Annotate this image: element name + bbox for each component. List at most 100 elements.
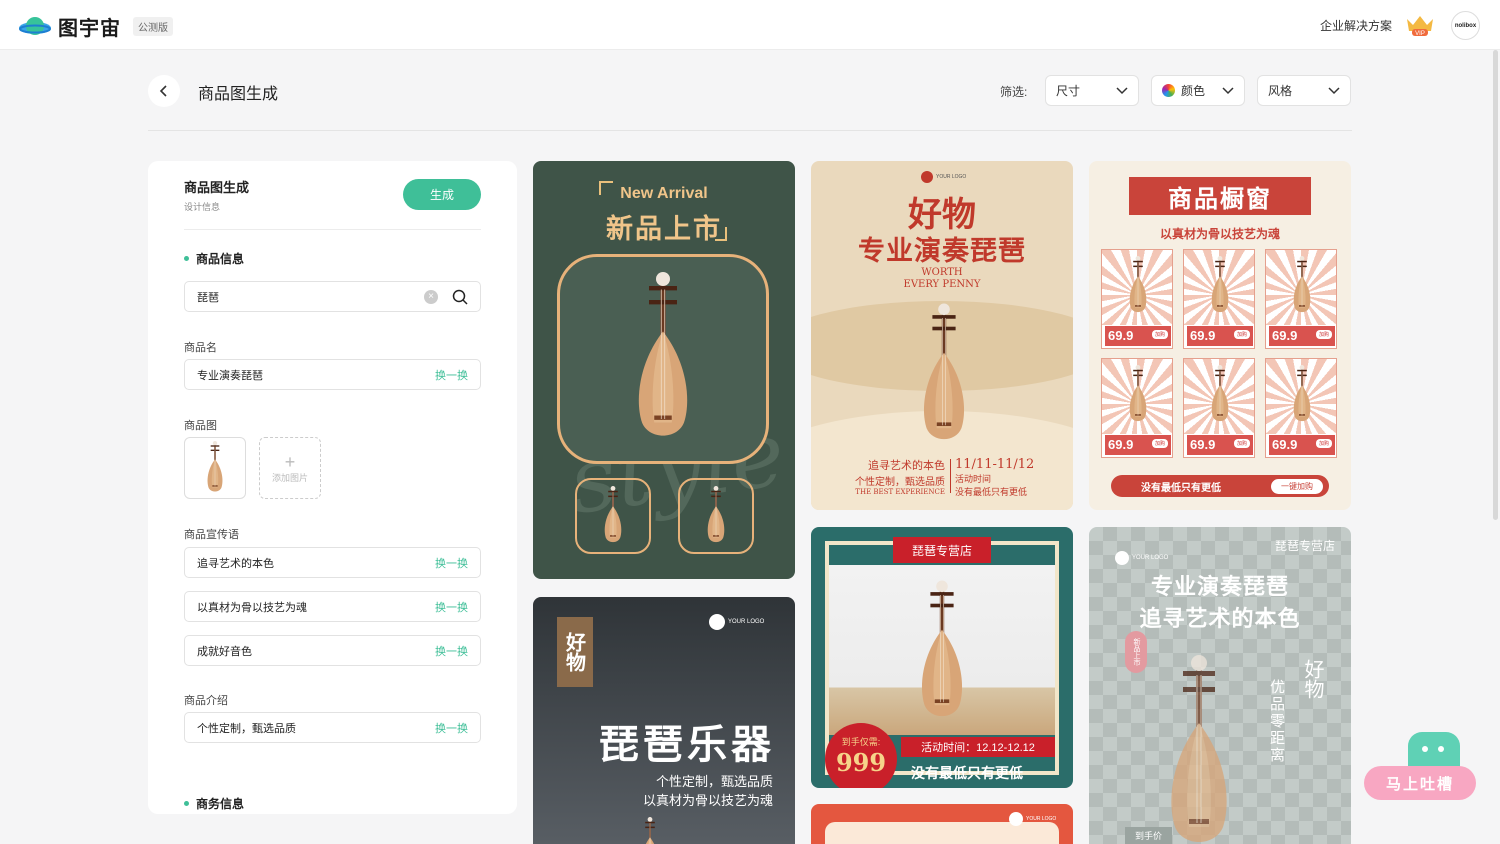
slogan-value: 成就好音色	[197, 645, 252, 658]
brand-logo[interactable]: 图宇宙 公测版	[18, 12, 173, 41]
product-cell: 69.9 加购	[1265, 358, 1337, 458]
template-card-orange[interactable]: YOUR LOGO	[811, 804, 1073, 844]
product-cell: 69.9 加购	[1183, 358, 1255, 458]
pipa-image	[915, 301, 973, 451]
filter-color-dropdown[interactable]: 颜色	[1151, 75, 1245, 106]
card-title: 专业演奏琵琶	[1150, 574, 1289, 600]
plus-icon: +	[284, 451, 296, 472]
brand-name: 图宇宙	[58, 18, 121, 40]
card-subtitle: 专业演奏琵琶	[858, 236, 1026, 267]
card-en-title: New Arrival	[620, 185, 708, 202]
swap-button[interactable]: 换一换	[435, 643, 468, 659]
new-arrival-seal: 新品上市	[1125, 631, 1147, 673]
template-card-pipa-instrument[interactable]: 好物 YOUR LOGO 琵琶乐器 个性定制，甄选品质 以真材为骨以技艺为魂	[533, 597, 795, 844]
chevron-left-icon	[159, 85, 167, 97]
product-search-input[interactable]: 琵琶 ×	[184, 281, 481, 312]
clear-icon[interactable]: ×	[424, 289, 438, 304]
chevron-down-icon	[1328, 86, 1340, 94]
panel-subtitle: 设计信息	[184, 202, 221, 212]
swap-button[interactable]: 换一换	[435, 599, 468, 615]
add-image-button[interactable]: + 添加图片	[259, 437, 321, 499]
pipa-image	[204, 441, 226, 495]
chevron-down-icon	[1116, 86, 1128, 94]
slogan-field-1[interactable]: 追寻艺术的本色 换一换	[184, 547, 481, 578]
intro-value: 个性定制，甄选品质	[197, 722, 296, 735]
slogan-field-2[interactable]: 以真材为骨以技艺为魂 换一换	[184, 591, 481, 622]
template-card-pipa-store[interactable]: 琵琶专营店 到手仅需: 999 活动时间：12.12-12.12 没有最低只有更…	[811, 527, 1073, 788]
store-label: 琵琶专营店	[1274, 539, 1335, 553]
back-button[interactable]	[148, 75, 180, 107]
slogan-label: 商品宣传语	[184, 529, 239, 541]
date-bar: 活动时间：12.12-12.12	[901, 737, 1055, 757]
generate-button[interactable]: 生成	[403, 179, 481, 210]
planet-icon	[19, 16, 51, 35]
showcase-subtitle: 以真材为骨以技艺为魂	[1159, 227, 1280, 241]
slogan-field-3[interactable]: 成就好音色 换一换	[184, 635, 481, 666]
logo-badge: YOUR LOGO	[1115, 551, 1168, 565]
filter-label: 筛选:	[1000, 85, 1028, 99]
section-business-info: 商务信息	[184, 795, 244, 812]
top-bar: 图宇宙 公测版 企业解决方案 VIP nolibox	[0, 0, 1500, 50]
card-line1: 个性定制，甄选品质	[655, 774, 773, 789]
one-click-add-button: 一键加购	[1271, 478, 1323, 494]
section-product-info: 商品信息	[184, 250, 244, 267]
card-cn-title: 新品上市	[606, 214, 722, 245]
product-cell: 69.9 加购	[1101, 358, 1173, 458]
pipa-image	[637, 817, 663, 844]
search-icon[interactable]	[452, 289, 468, 305]
logo-badge: YOUR LOGO	[709, 614, 764, 630]
add-image-label: 添加图片	[271, 472, 308, 483]
bottom-bar: 没有最低只有更低 一键加购	[1111, 475, 1329, 497]
product-name-label: 商品名	[184, 342, 217, 354]
swap-button[interactable]: 换一换	[435, 720, 468, 736]
page-scrollbar[interactable]	[1493, 50, 1498, 520]
room-image	[829, 565, 1055, 735]
corner-bracket	[715, 227, 727, 241]
vip-crown-icon[interactable]: VIP	[1405, 13, 1435, 42]
enterprise-solutions-link[interactable]: 企业解决方案	[1320, 17, 1392, 34]
swap-button[interactable]: 换一换	[435, 367, 468, 383]
beta-badge: 公测版	[133, 17, 173, 36]
logo-badge: YOUR LOGO	[921, 171, 966, 183]
product-name-field[interactable]: 专业演奏琵琶 换一换	[184, 359, 481, 390]
card-subtitle: 追寻艺术的本色	[1139, 606, 1301, 632]
user-avatar[interactable]: nolibox	[1451, 11, 1480, 40]
badge-goods: 好物	[557, 617, 593, 687]
header-divider	[148, 130, 1352, 131]
intro-field[interactable]: 个性定制，甄选品质 换一换	[184, 712, 481, 743]
pipa-image	[1159, 645, 1239, 844]
template-card-worth-every-penny[interactable]: YOUR LOGO 好物 专业演奏琵琶 WORTH EVERY PENNY 追寻…	[811, 161, 1073, 510]
store-slogan: 没有最低只有更低	[911, 766, 1023, 782]
vertical-text-2: 优品零距离	[1268, 679, 1286, 764]
card-line2: 以真材为骨以技艺为魂	[642, 793, 773, 808]
template-card-transparent[interactable]: 琵琶专营店 YOUR LOGO 专业演奏琵琶 追寻艺术的本色 新品上市 好物 优…	[1089, 527, 1351, 844]
page-title: 商品图生成	[198, 86, 279, 103]
slogan-value: 追寻艺术的本色	[197, 557, 274, 570]
template-card-new-arrival[interactable]: style New Arrival 新品上市	[533, 161, 795, 579]
template-card-product-showcase[interactable]: 商品橱窗 以真材为骨以技艺为魂 69.9 加购 69.9 加购 69.9 加购 69.…	[1089, 161, 1351, 510]
swap-button[interactable]: 换一换	[435, 555, 468, 571]
slogan-value: 以真材为骨以技艺为魂	[197, 601, 307, 614]
product-image-label: 商品图	[184, 420, 217, 432]
product-cell: 69.9 加购	[1101, 249, 1173, 349]
sub-image-frame	[575, 478, 651, 554]
product-image-thumbnail[interactable]	[184, 437, 246, 499]
pipa-image	[628, 272, 698, 447]
product-cell: 69.9 加购	[1265, 249, 1337, 349]
card-left-text: 追寻艺术的本色 个性定制，甄选品质 THE BEST EXPERIENCE	[855, 459, 945, 496]
showcase-title: 商品橱窗	[1168, 183, 1272, 213]
card-en-line1: WORTH	[921, 267, 963, 278]
filter-style-dropdown[interactable]: 风格	[1257, 75, 1351, 106]
feedback-button[interactable]: 马上吐槽	[1364, 766, 1476, 800]
vertical-text-1: 好物	[1301, 659, 1325, 699]
price-circle: 到手仅需: 999	[825, 723, 897, 788]
sub-image-frame	[678, 478, 754, 554]
logo-badge: YOUR LOGO	[1009, 812, 1056, 826]
design-info-panel: 商品图生成 设计信息 生成 商品信息 琵琶 × 商品名 专业演奏琵琶 换一换 商…	[148, 161, 517, 814]
filter-color-label: 颜色	[1181, 84, 1206, 98]
card-title: 琵琶乐器	[599, 721, 775, 768]
filter-size-dropdown[interactable]: 尺寸	[1045, 75, 1139, 106]
vip-label: VIP	[1415, 31, 1425, 37]
product-name-value: 专业演奏琵琶	[197, 369, 263, 382]
filter-style-label: 风格	[1268, 84, 1293, 98]
